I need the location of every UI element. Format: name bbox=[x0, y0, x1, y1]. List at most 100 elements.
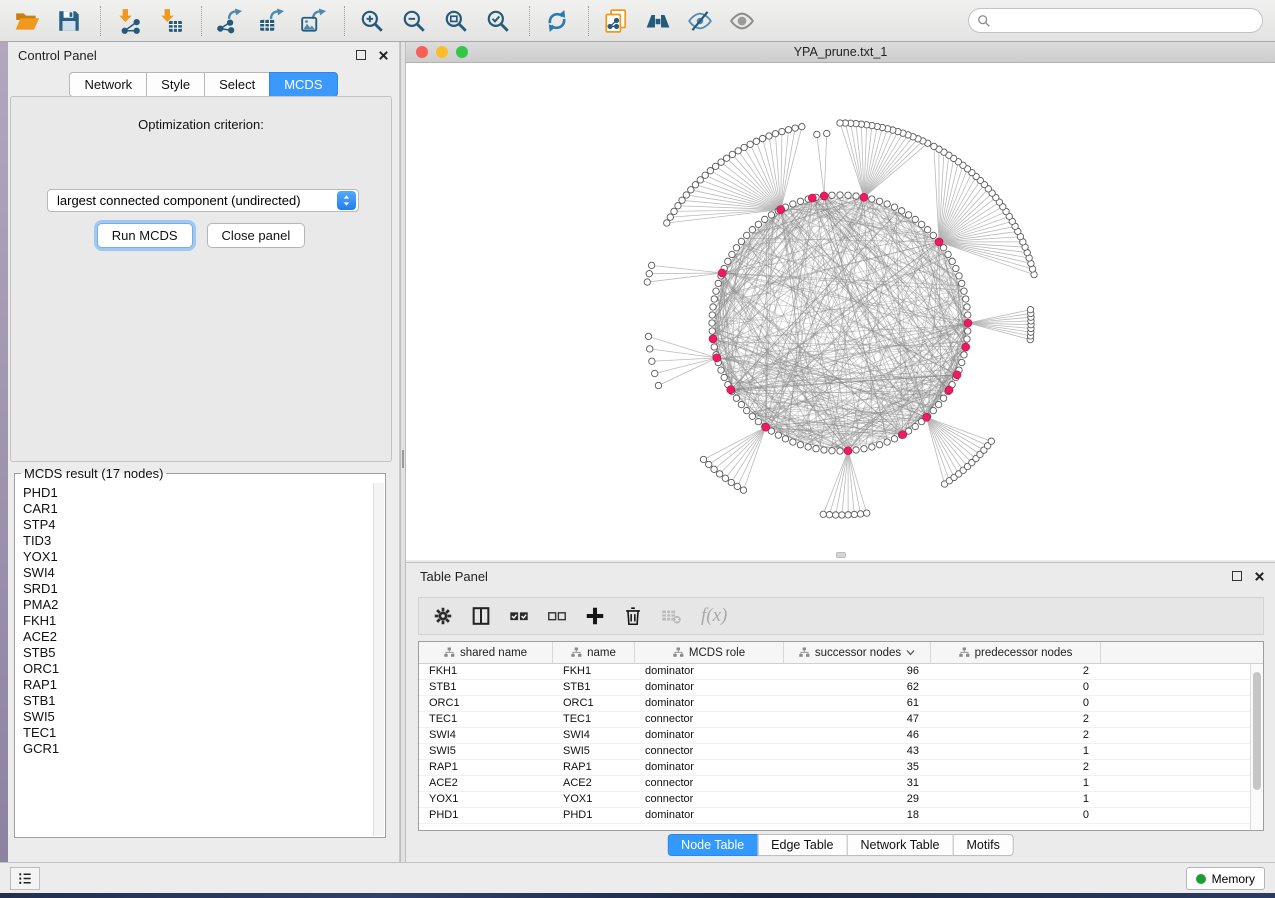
dominator-node[interactable] bbox=[727, 386, 735, 394]
mcds-result-item[interactable]: PMA2 bbox=[23, 597, 373, 613]
table-row[interactable]: FKH1FKH1dominator962 bbox=[419, 664, 1250, 680]
table-row[interactable]: TEC1TEC1connector472 bbox=[419, 712, 1250, 728]
dominator-node[interactable] bbox=[962, 343, 970, 351]
settings-gear-button[interactable] bbox=[429, 601, 463, 631]
table-cell: 61 bbox=[784, 696, 931, 711]
export-table-button[interactable] bbox=[255, 5, 291, 37]
select-all-button[interactable] bbox=[505, 601, 539, 631]
mcds-result-item[interactable]: STB5 bbox=[23, 645, 373, 661]
search-input[interactable] bbox=[997, 11, 1254, 31]
float-window-icon[interactable] bbox=[356, 50, 366, 60]
horizontal-splitter-handle[interactable] bbox=[836, 552, 846, 558]
column-header-name[interactable]: name bbox=[553, 642, 635, 663]
table-scrollbar[interactable] bbox=[1250, 664, 1263, 830]
table-row[interactable]: SWI5SWI5connector431 bbox=[419, 744, 1250, 760]
tab-select[interactable]: Select bbox=[204, 72, 269, 97]
mcds-result-list[interactable]: PHD1CAR1STP4TID3YOX1SWI4SRD1PMA2FKH1ACE2… bbox=[16, 483, 373, 836]
deselect-all-button[interactable] bbox=[543, 601, 577, 631]
mcds-result-item[interactable]: YOX1 bbox=[23, 549, 373, 565]
dominator-node[interactable] bbox=[922, 413, 930, 421]
dominator-node[interactable] bbox=[899, 431, 907, 439]
table-row[interactable]: RAP1RAP1dominator352 bbox=[419, 760, 1250, 776]
dominator-node[interactable] bbox=[762, 423, 770, 431]
mcds-result-item[interactable]: RAP1 bbox=[23, 677, 373, 693]
tab-edge-table[interactable]: Edge Table bbox=[757, 834, 846, 856]
network-window-titlebar[interactable]: YPA_prune.txt_1 bbox=[406, 42, 1275, 63]
mcds-result-item[interactable]: ORC1 bbox=[23, 661, 373, 677]
tab-node-table[interactable]: Node Table bbox=[667, 834, 757, 856]
column-header-mcds-role[interactable]: MCDS role bbox=[635, 642, 784, 663]
close-panel-button[interactable]: Close panel bbox=[207, 223, 306, 248]
save-session-button[interactable] bbox=[53, 5, 89, 37]
table-row[interactable]: ACE2ACE2connector311 bbox=[419, 776, 1250, 792]
table-row[interactable]: SWI4SWI4dominator462 bbox=[419, 728, 1250, 744]
export-network-button[interactable] bbox=[213, 5, 249, 37]
dominator-node[interactable] bbox=[935, 238, 943, 246]
table-row[interactable]: PHD1PHD1dominator180 bbox=[419, 808, 1250, 824]
run-mcds-button[interactable]: Run MCDS bbox=[97, 223, 193, 248]
zoom-selected-button[interactable] bbox=[482, 5, 518, 37]
mcds-result-item[interactable]: TEC1 bbox=[23, 725, 373, 741]
toggle-columns-button[interactable] bbox=[467, 601, 501, 631]
dominator-node[interactable] bbox=[718, 269, 726, 277]
memory-button[interactable]: Memory bbox=[1186, 867, 1265, 890]
dominator-node[interactable] bbox=[860, 193, 868, 201]
dominator-node[interactable] bbox=[844, 447, 852, 455]
dominator-node[interactable] bbox=[777, 206, 785, 214]
import-table-button[interactable] bbox=[154, 5, 190, 37]
close-panel-icon[interactable] bbox=[378, 50, 389, 61]
network-graph[interactable] bbox=[406, 63, 1275, 560]
mcds-result-item[interactable]: SWI4 bbox=[23, 565, 373, 581]
mcds-result-item[interactable]: SRD1 bbox=[23, 581, 373, 597]
column-header-predecessor-nodes[interactable]: predecessor nodes bbox=[931, 642, 1101, 663]
mcds-result-item[interactable]: FKH1 bbox=[23, 613, 373, 629]
share-document-button[interactable] bbox=[600, 5, 636, 37]
show-graphics-details-button[interactable] bbox=[726, 5, 762, 37]
table-row[interactable]: ORC1ORC1dominator610 bbox=[419, 696, 1250, 712]
scrollbar-thumb[interactable] bbox=[1253, 672, 1261, 790]
column-header-successor-nodes[interactable]: successor nodes bbox=[784, 642, 931, 663]
export-image-button[interactable] bbox=[297, 5, 333, 37]
mcds-result-item[interactable]: TID3 bbox=[23, 533, 373, 549]
tab-network-table[interactable]: Network Table bbox=[847, 834, 953, 856]
add-row-button[interactable] bbox=[581, 601, 615, 631]
delete-row-button[interactable] bbox=[619, 601, 653, 631]
open-session-button[interactable] bbox=[11, 5, 47, 37]
table-row[interactable]: STB1STB1dominator620 bbox=[419, 680, 1250, 696]
close-panel-icon[interactable] bbox=[1254, 571, 1265, 582]
tab-network[interactable]: Network bbox=[69, 72, 146, 97]
tab-motifs[interactable]: Motifs bbox=[952, 834, 1013, 856]
zoom-out-button[interactable] bbox=[398, 5, 434, 37]
dominator-node[interactable] bbox=[709, 335, 717, 343]
search-binoculars-button[interactable] bbox=[642, 5, 678, 37]
optimization-criterion-select[interactable]: largest connected component (undirected) bbox=[47, 189, 359, 212]
dominator-node[interactable] bbox=[820, 192, 828, 200]
list-scrollbar[interactable] bbox=[373, 483, 384, 836]
dominator-node[interactable] bbox=[713, 354, 721, 362]
import-network-button[interactable] bbox=[112, 5, 148, 37]
mcds-result-item[interactable]: STB1 bbox=[23, 693, 373, 709]
table-cell: 2 bbox=[931, 728, 1101, 743]
table-row[interactable]: YOX1YOX1connector291 bbox=[419, 792, 1250, 808]
float-window-icon[interactable] bbox=[1232, 571, 1242, 581]
tab-style[interactable]: Style bbox=[146, 72, 204, 97]
mcds-result-item[interactable]: SWI5 bbox=[23, 709, 373, 725]
panel-list-button[interactable] bbox=[10, 867, 40, 890]
toolbar-separator bbox=[588, 6, 589, 36]
mcds-result-item[interactable]: STP4 bbox=[23, 517, 373, 533]
tab-mcds[interactable]: MCDS bbox=[269, 72, 337, 97]
dominator-node[interactable] bbox=[953, 371, 961, 379]
column-header-shared-name[interactable]: shared name bbox=[419, 642, 553, 663]
hide-graphics-details-button[interactable] bbox=[684, 5, 720, 37]
mcds-result-item[interactable]: GCR1 bbox=[23, 741, 373, 757]
mcds-result-item[interactable]: ACE2 bbox=[23, 629, 373, 645]
dominator-node[interactable] bbox=[945, 386, 953, 394]
refresh-layout-button[interactable] bbox=[541, 5, 577, 37]
mcds-result-item[interactable]: CAR1 bbox=[23, 501, 373, 517]
dominator-node[interactable] bbox=[964, 319, 972, 327]
zoom-fit-button[interactable] bbox=[440, 5, 476, 37]
zoom-in-button[interactable] bbox=[356, 5, 392, 37]
mcds-result-item[interactable]: PHD1 bbox=[23, 485, 373, 501]
dominator-node[interactable] bbox=[808, 194, 816, 202]
network-canvas[interactable] bbox=[406, 63, 1275, 560]
